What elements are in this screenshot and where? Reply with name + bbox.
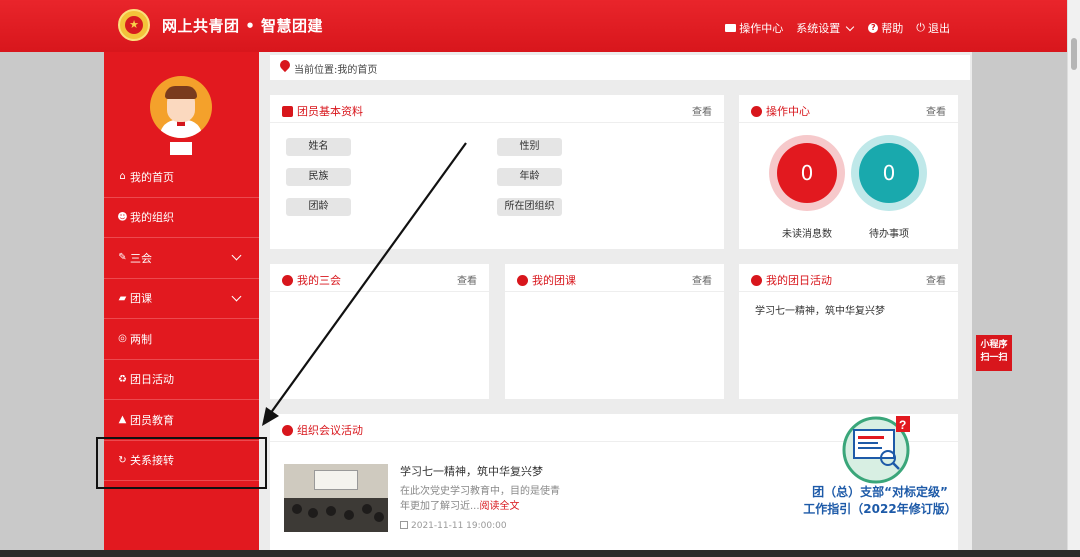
field-gender: 性别 bbox=[497, 138, 562, 156]
breadcrumb: 当前位置:我的首页 bbox=[270, 55, 970, 80]
unread-messages-widget[interactable]: 0 bbox=[769, 135, 845, 211]
sidebar-item-education[interactable]: ▲ 团员教育 bbox=[104, 400, 259, 441]
ops-view-link[interactable]: 查看 bbox=[926, 103, 946, 118]
promo-illustration[interactable]: ? bbox=[840, 414, 920, 484]
league-emblem-logo: ★ bbox=[118, 9, 150, 41]
folder-icon: ▰ bbox=[118, 292, 127, 304]
unread-count: 0 bbox=[777, 143, 837, 203]
unread-label: 未读消息数 bbox=[782, 229, 832, 240]
paper-plane-icon bbox=[517, 274, 528, 286]
sidebar-item-tuanri[interactable]: ♻ 团日活动 bbox=[104, 360, 259, 400]
help-icon: ? bbox=[868, 23, 879, 33]
tuanri-activity-item[interactable]: 学习七一精神，筑中华复兴梦 bbox=[755, 302, 885, 317]
tuanke-view-link[interactable]: 查看 bbox=[692, 272, 712, 287]
sidebar-item-my-org[interactable]: ☻ 我的组织 bbox=[104, 198, 259, 238]
id-card-icon bbox=[282, 105, 293, 117]
profile-card: 团员基本资料 查看 姓名 民族 团龄 性别 年龄 所在团组织 bbox=[270, 95, 724, 249]
help-link[interactable]: ? 帮助 bbox=[868, 20, 903, 36]
ops-center-card: 操作中心 查看 0 未读消息数 0 待办事项 bbox=[739, 95, 958, 249]
sidebar-nav: ⌂ 我的首页 ☻ 我的组织 ✎ 三会 ▰ 团课 ◎ 两制 ♻ 团日活动 ▲ 团员教育 ↻ 关系接… bbox=[104, 157, 259, 481]
sidebar-item-tuanke[interactable]: ▰ 团课 bbox=[104, 279, 259, 319]
document-icon bbox=[282, 424, 293, 436]
avatar[interactable] bbox=[150, 76, 212, 138]
scrollbar-thumb[interactable] bbox=[1071, 38, 1077, 70]
sanhui-view-link[interactable]: 查看 bbox=[457, 272, 477, 287]
mini-program-qr-button[interactable]: 小程序 扫一扫 bbox=[976, 335, 1012, 371]
sanhui-card: 我的三会 查看 bbox=[270, 264, 489, 399]
field-age: 年龄 bbox=[497, 168, 562, 186]
sidebar-item-home[interactable]: ⌂ 我的首页 bbox=[104, 157, 259, 198]
field-name: 姓名 bbox=[286, 138, 351, 156]
annotation-highlight-box bbox=[96, 437, 267, 489]
read-more-link[interactable]: 阅读全文 bbox=[480, 501, 520, 512]
chevron-down-icon bbox=[231, 291, 242, 301]
gear-icon bbox=[751, 105, 762, 117]
user-name-box bbox=[170, 142, 192, 155]
svg-text:?: ? bbox=[899, 418, 906, 432]
todo-widget[interactable]: 0 bbox=[851, 135, 927, 211]
meeting-photo[interactable] bbox=[284, 464, 388, 532]
power-icon: ⏻ bbox=[916, 21, 925, 34]
top-header: ★ 网上共青团 • 智慧团建 操作中心 系统设置 ? 帮助 ⏻ 退出 bbox=[0, 0, 1080, 52]
meeting-item-title[interactable]: 学习七一精神，筑中华复兴梦 bbox=[400, 463, 543, 479]
sidebar-item-sanhui[interactable]: ✎ 三会 bbox=[104, 238, 259, 279]
settings-menu[interactable]: 系统设置 bbox=[796, 20, 855, 36]
tuanke-card: 我的团课 查看 bbox=[505, 264, 724, 399]
edit-icon: ✎ bbox=[118, 252, 127, 264]
field-organization: 所在团组织 bbox=[497, 198, 562, 216]
target-icon: ◎ bbox=[118, 333, 127, 345]
tuanri-card: 我的团日活动 查看 学习七一精神，筑中华复兴梦 bbox=[739, 264, 958, 399]
group-icon: ☻ bbox=[117, 211, 128, 223]
top-nav: 操作中心 系统设置 ? 帮助 ⏻ 退出 bbox=[725, 20, 950, 36]
chevron-down-icon bbox=[231, 250, 242, 261]
todo-count: 0 bbox=[859, 143, 919, 203]
field-league-age: 团龄 bbox=[286, 198, 351, 216]
bottom-strip bbox=[0, 550, 1080, 557]
flag-icon bbox=[751, 274, 762, 286]
promo-caption[interactable]: 团（总）支部“对标定级” 工作指引（2022年修订版） bbox=[780, 484, 980, 518]
field-ethnicity: 民族 bbox=[286, 168, 351, 186]
graduation-cap-icon: ▲ bbox=[118, 414, 127, 426]
todo-label: 待办事项 bbox=[869, 229, 909, 240]
calendar-icon bbox=[400, 521, 408, 529]
page-scrollbar[interactable] bbox=[1067, 0, 1080, 557]
ops-center-link[interactable]: 操作中心 bbox=[725, 20, 783, 36]
meeting-card: 组织会议活动 学习七一精神，筑中华复兴梦 在此次党史学习教育中，目的是使青年更加… bbox=[270, 414, 958, 550]
logout-link[interactable]: ⏻ 退出 bbox=[916, 20, 950, 36]
tuanri-view-link[interactable]: 查看 bbox=[926, 272, 946, 287]
location-pin-icon bbox=[277, 57, 293, 73]
sidebar-item-liangzhi[interactable]: ◎ 两制 bbox=[104, 319, 259, 360]
home-icon: ⌂ bbox=[119, 171, 126, 183]
recycle-icon: ♻ bbox=[118, 373, 127, 385]
profile-view-link[interactable]: 查看 bbox=[692, 103, 712, 118]
meeting-item-desc: 在此次党史学习教育中，目的是使青年更加了解习近...阅读全文 bbox=[400, 486, 560, 512]
chevron-down-icon bbox=[846, 22, 855, 31]
book-icon bbox=[282, 274, 293, 286]
meeting-item-date: 2021-11-11 19:00:00 bbox=[400, 521, 507, 531]
mail-icon bbox=[725, 24, 737, 32]
site-title: 网上共青团 • 智慧团建 bbox=[162, 17, 324, 35]
